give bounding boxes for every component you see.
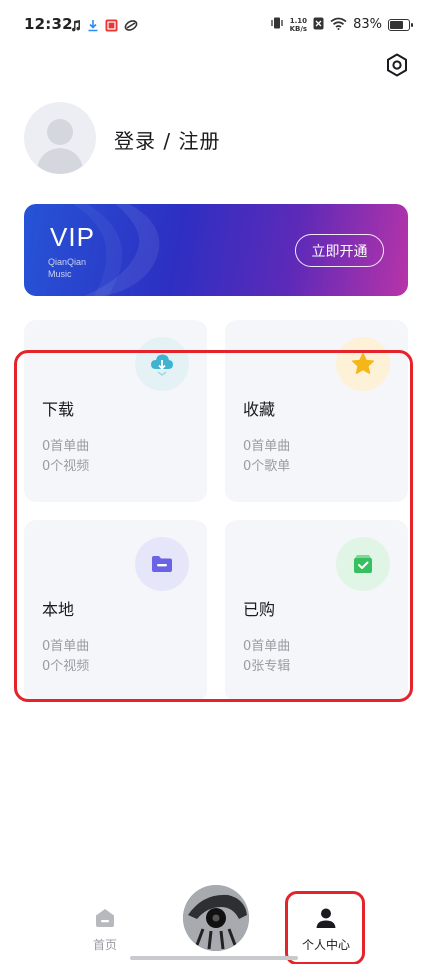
notification-icons: [70, 17, 138, 36]
network-speed: 1.10 KB/s: [289, 16, 308, 33]
link-icon: [124, 17, 138, 36]
vip-open-button[interactable]: 立即开通: [295, 234, 384, 267]
highlight-annotation-nav: [285, 891, 365, 964]
now-playing-disc[interactable]: [183, 885, 249, 951]
vip-title: VIP: [50, 222, 95, 252]
settings-hexagon-icon: [387, 53, 407, 77]
app-badge-icon: [105, 17, 118, 36]
login-register-link[interactable]: 登录 / 注册: [114, 125, 220, 154]
highlight-annotation-cards: [14, 350, 413, 702]
battery-percent: 83%: [353, 17, 382, 32]
avatar[interactable]: [24, 102, 96, 174]
album-art-image: [183, 885, 249, 951]
music-note-icon: [70, 17, 81, 36]
settings-button[interactable]: [384, 52, 410, 78]
status-bar: 12:32 1.10 KB/s 83%: [0, 0, 432, 50]
vibrate-icon: [270, 15, 284, 34]
vip-brand-text: QianQian Music: [48, 257, 87, 279]
wifi-icon: [330, 15, 347, 34]
home-icon: [96, 909, 114, 927]
battery-icon: [388, 18, 413, 31]
download-icon: [87, 17, 99, 36]
nav-home-label: 首页: [92, 938, 117, 952]
battery-level-fill: [390, 20, 404, 29]
profile-screen: 12:32 1.10 KB/s 83% 登录 / 注册 VIP QianQian…: [0, 0, 432, 964]
system-icons: 1.10 KB/s 83%: [270, 15, 413, 34]
nav-home[interactable]: 首页: [80, 906, 130, 956]
status-time: 12:32: [24, 15, 73, 33]
gesture-home-indicator[interactable]: [130, 956, 298, 960]
vip-banner[interactable]: VIP QianQian Music 立即开通: [24, 204, 408, 296]
sim-x-icon: [313, 15, 324, 34]
default-avatar-icon: [36, 119, 84, 174]
